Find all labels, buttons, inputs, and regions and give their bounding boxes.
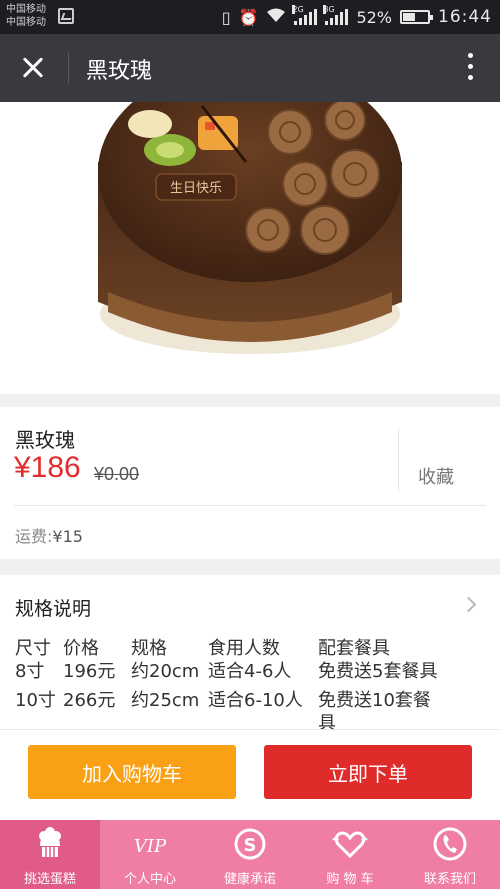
network-3g-label: 3G bbox=[323, 5, 335, 14]
add-to-cart-button[interactable]: 加入购物车 bbox=[28, 745, 236, 799]
tab-shopping-cart[interactable]: 购 物 车 bbox=[300, 820, 400, 889]
info-separator bbox=[14, 505, 486, 506]
page-title: 黑玫瑰 bbox=[86, 59, 153, 84]
cake-illustration: 生日快乐 bbox=[98, 102, 402, 354]
product-info-card: 黑玫瑰 ¥186 ¥0.00 收藏 运费:¥15 bbox=[0, 407, 500, 559]
phone-icon bbox=[433, 827, 467, 861]
status-icons: ▯ ⏰ 2G 3G 52% 16:44 bbox=[222, 0, 492, 34]
screenshot-notification-icon bbox=[58, 8, 74, 24]
signal-2g-icon: 2G bbox=[292, 5, 318, 25]
tab-contact-us[interactable]: 联系我们 bbox=[400, 820, 500, 889]
tab-label: 健康承诺 bbox=[223, 872, 276, 887]
network-2g-label: 2G bbox=[292, 5, 304, 14]
spec-cell: 适合4-6人 bbox=[208, 661, 292, 682]
carrier-2: 中国移动 bbox=[6, 17, 46, 28]
buy-now-button[interactable]: 立即下单 bbox=[264, 745, 472, 799]
spec-cell: 196元 bbox=[63, 661, 116, 682]
product-price: ¥186 bbox=[14, 451, 81, 484]
app-bar-divider bbox=[68, 52, 69, 84]
battery-icon bbox=[400, 10, 433, 24]
heart-cart-icon bbox=[332, 831, 368, 859]
shipping-value: ¥15 bbox=[52, 527, 83, 546]
spec-header-cell: 配套餐具 bbox=[318, 638, 390, 659]
tab-select-cake[interactable]: 挑选蛋糕 bbox=[0, 820, 100, 889]
vip-icon: VIP bbox=[134, 836, 167, 857]
cake-icon bbox=[39, 827, 61, 857]
tab-label: 联系我们 bbox=[423, 872, 476, 887]
carrier-1: 中国移动 bbox=[6, 4, 46, 15]
spec-header-cell: 食用人数 bbox=[208, 638, 280, 659]
clock: 16:44 bbox=[438, 7, 492, 27]
carrier-labels: 中国移动 中国移动 bbox=[6, 3, 46, 29]
tab-label: 挑选蛋糕 bbox=[23, 872, 76, 887]
battery-fill bbox=[403, 13, 416, 21]
battery-percent: 52% bbox=[356, 7, 392, 27]
shipping-fee: 运费:¥15 bbox=[15, 523, 83, 547]
spec-row: 8寸 196元 约20cm 适合4-6人 免费送5套餐具 bbox=[15, 660, 458, 683]
s-badge-icon: S bbox=[234, 828, 266, 860]
tab-personal-center[interactable]: VIP 个人中心 bbox=[100, 820, 200, 889]
spec-cell: 约20cm bbox=[131, 661, 200, 682]
bottom-tab-bar: 挑选蛋糕 VIP 个人中心 S 健康承诺 购 物 车 联系我们 bbox=[0, 820, 500, 889]
product-image: 生日快乐 bbox=[0, 102, 500, 394]
product-name: 黑玫瑰 bbox=[15, 428, 75, 452]
svg-text:VIP: VIP bbox=[134, 836, 167, 857]
svg-text:S: S bbox=[244, 835, 257, 856]
tab-label: 个人中心 bbox=[123, 872, 176, 887]
product-detail-scroll[interactable]: 生日快乐 黑玫瑰 ¥186 ¥0.00 收藏 运费:¥15 规格说明 尺寸 价格… bbox=[0, 102, 500, 820]
more-vertical-icon[interactable] bbox=[466, 53, 474, 83]
signal-3g-icon: 3G bbox=[323, 5, 349, 25]
close-icon[interactable] bbox=[16, 51, 50, 85]
tab-label: 购 物 车 bbox=[326, 872, 374, 887]
spec-cell: 8寸 bbox=[15, 661, 45, 682]
wifi-icon bbox=[266, 7, 286, 27]
spec-header-cell: 价格 bbox=[63, 638, 99, 659]
spec-header-cell: 规格 bbox=[131, 638, 167, 659]
action-bar: 加入购物车 立即下单 bbox=[0, 729, 500, 807]
shipping-label: 运费: bbox=[15, 527, 53, 546]
spec-title: 规格说明 bbox=[15, 598, 92, 620]
cake-plaque-text: 生日快乐 bbox=[170, 181, 222, 196]
alarm-icon: ⏰ bbox=[238, 7, 259, 27]
spec-table: 尺寸 价格 规格 食用人数 配套餐具 8寸 196元 约20cm 适合4-6人 … bbox=[15, 637, 458, 735]
tab-health-promise[interactable]: S 健康承诺 bbox=[200, 820, 300, 889]
vibrate-icon: ▯ bbox=[221, 7, 231, 27]
favorite-button[interactable]: 收藏 bbox=[398, 463, 474, 489]
app-bar: 黑玫瑰 bbox=[0, 34, 500, 102]
spec-header-cell: 尺寸 bbox=[15, 638, 51, 659]
spec-cell: 免费送5套餐具 bbox=[318, 661, 438, 682]
chevron-right-icon[interactable] bbox=[460, 596, 477, 613]
status-bar: 中国移动 中国移动 ▯ ⏰ 2G 3G 52% 16:44 bbox=[0, 0, 500, 34]
spec-header-row: 尺寸 价格 规格 食用人数 配套餐具 bbox=[15, 637, 458, 660]
original-price: ¥0.00 bbox=[94, 464, 140, 484]
